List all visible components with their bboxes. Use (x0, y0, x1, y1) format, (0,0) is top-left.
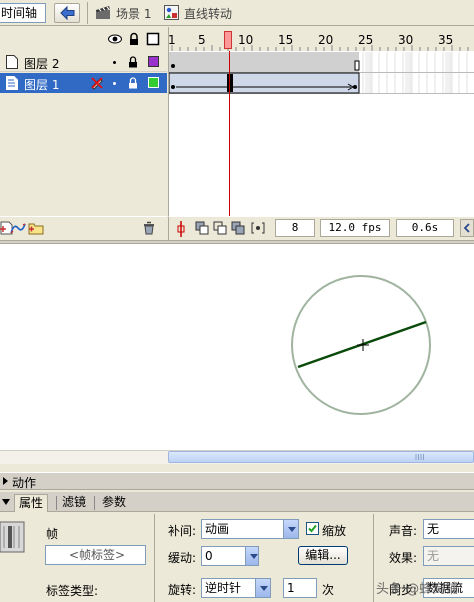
lock-all-icon[interactable] (127, 32, 141, 46)
scale-checkbox[interactable] (306, 522, 319, 535)
add-motion-guide-icon[interactable] (10, 221, 26, 235)
timeline-toggle-button[interactable]: 时间轴 (0, 3, 46, 23)
scale-label: 缩放 (322, 524, 347, 538)
stage-artwork (291, 275, 431, 415)
layer-tools-bar (0, 216, 167, 240)
insert-layer-folder-icon[interactable] (28, 221, 44, 235)
rotate-label: 旋转: (168, 583, 197, 597)
scrollbar-thumb[interactable] (168, 451, 474, 463)
scene-breadcrumb[interactable]: 场景 1 (116, 5, 151, 22)
tween-value: 动画 (205, 522, 230, 536)
playhead-line (229, 51, 230, 216)
ease-input[interactable]: 0 (201, 546, 246, 566)
rotate-value: 逆时针 (205, 581, 242, 595)
checkmark-icon (308, 524, 317, 533)
sound-select[interactable]: 无 (423, 519, 474, 539)
layer-icon (6, 55, 18, 69)
tab-parameters[interactable]: 参数 (98, 494, 130, 512)
effect-select: 无 (423, 546, 474, 566)
lock-icon[interactable] (128, 56, 138, 68)
back-arrow-icon (60, 5, 75, 21)
chevron-down-icon (246, 547, 258, 565)
tween-label: 补间: (168, 524, 197, 538)
visibility-dot[interactable] (113, 61, 116, 64)
elapsed-time-readout: 0.6s (396, 219, 454, 237)
layer-list-empty-area (0, 94, 167, 216)
layer-panel-header (0, 27, 167, 51)
outline-all-icon[interactable] (146, 32, 160, 46)
grip-icon (415, 454, 424, 460)
center-frame-icon[interactable] (175, 221, 187, 237)
chevron-down-icon (283, 520, 298, 538)
onion-skin-icon[interactable] (195, 221, 209, 235)
layer-name: 图层 2 (24, 57, 60, 71)
tween-select[interactable]: 动画 (201, 519, 299, 539)
playhead-handle[interactable] (224, 31, 232, 49)
scroll-left-button[interactable] (460, 219, 474, 237)
edit-ease-button[interactable]: 编辑... (298, 546, 348, 565)
back-button[interactable] (54, 3, 80, 23)
movie-clip-symbol-icon (164, 5, 179, 20)
property-divider (373, 514, 374, 602)
pencil-disabled-icon (91, 77, 103, 90)
visibility-dot[interactable] (113, 82, 116, 85)
show-hide-eye-icon[interactable] (108, 32, 122, 46)
rotate-times-input[interactable]: 1 (283, 578, 317, 598)
tab-filters[interactable]: 滤镜 (58, 494, 90, 512)
label-type-label: 标签类型: (46, 584, 99, 598)
stage[interactable] (0, 244, 474, 450)
tab-separator (56, 496, 57, 510)
frames-grid-drawing (169, 52, 474, 94)
tab-separator (94, 496, 95, 510)
layer-icon (6, 76, 18, 90)
layer-outline-color[interactable] (148, 56, 159, 67)
frame-type-icon (0, 521, 25, 553)
modify-onion-markers-icon[interactable] (251, 221, 265, 235)
ease-label: 缓动: (168, 551, 197, 565)
frame-rate-readout[interactable]: 12.0 fps (320, 219, 390, 237)
watermark: 头条 @蜂窝铺 (376, 582, 459, 597)
layer-name: 图层 1 (24, 78, 60, 92)
edit-multiple-frames-icon[interactable] (231, 221, 245, 235)
collapse-arrow-icon (3, 477, 8, 485)
actions-panel-header[interactable] (0, 472, 474, 490)
frames-grid[interactable] (168, 51, 474, 216)
delete-layer-icon[interactable] (142, 221, 156, 235)
ease-slider-dropdown[interactable] (245, 546, 259, 566)
toolbar-separator (87, 2, 88, 24)
actions-panel-title: 动作 (12, 476, 37, 490)
scroll-left-icon (463, 223, 470, 233)
scene-clapper-icon (96, 6, 110, 19)
layer-row-2[interactable]: 图层 2 (0, 52, 167, 72)
rotate-select[interactable]: 逆时针 (201, 578, 271, 598)
layer-outline-color[interactable] (148, 77, 159, 88)
effect-label: 效果: (389, 551, 418, 565)
lock-icon[interactable] (128, 77, 138, 89)
frame-name-input[interactable]: <帧标签> (45, 545, 146, 565)
times-unit-label: 次 (322, 583, 335, 597)
tab-properties[interactable]: 属性 (14, 494, 49, 512)
expand-arrow-icon[interactable] (1, 498, 11, 506)
sound-label: 声音: (389, 524, 418, 538)
onion-skin-outlines-icon[interactable] (213, 221, 227, 235)
chevron-down-icon (255, 579, 270, 597)
frame-label: 帧 (46, 527, 59, 541)
layer-row-1[interactable]: 图层 1 (0, 73, 167, 93)
symbol-breadcrumb[interactable]: 直线转动 (184, 5, 232, 22)
property-divider (154, 514, 155, 602)
panel-gap (0, 464, 474, 472)
current-frame-readout: 8 (275, 219, 315, 237)
